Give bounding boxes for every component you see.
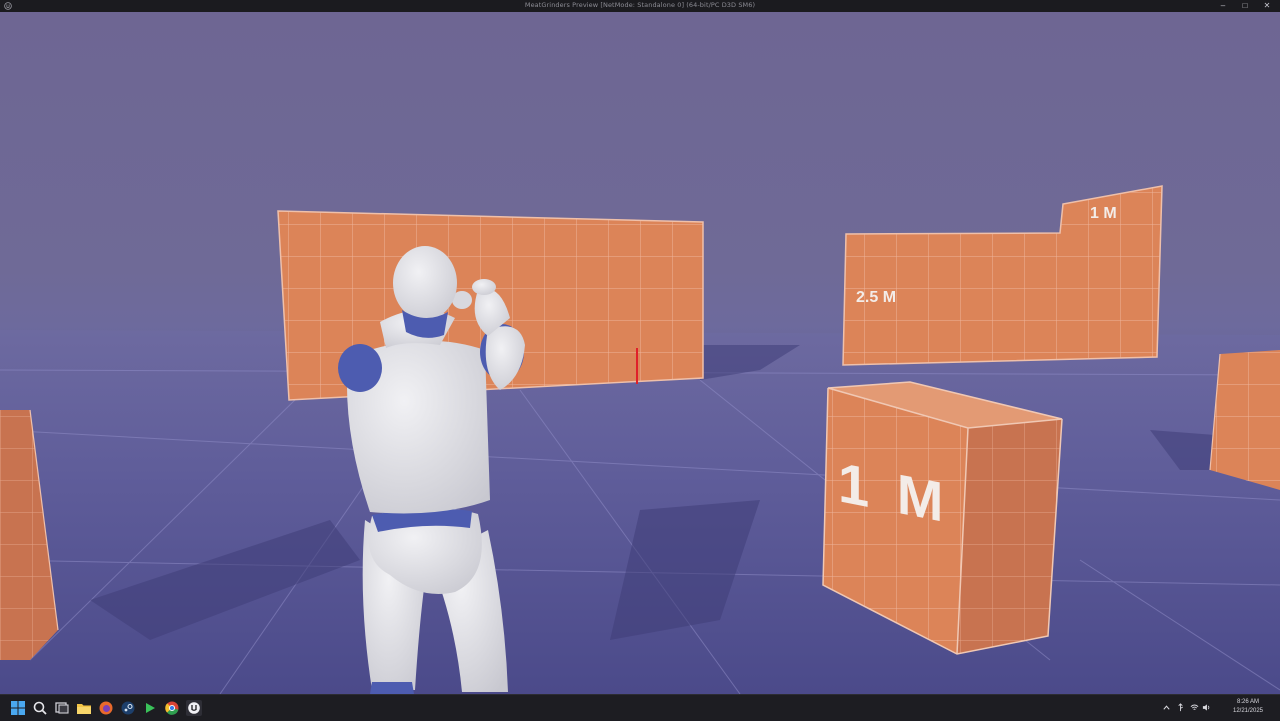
window-title: MeatGrinders Preview [NetMode: Standalon… bbox=[524, 1, 756, 9]
chevron-up-icon[interactable] bbox=[1162, 703, 1171, 712]
close-button[interactable]: ✕ bbox=[1256, 0, 1278, 12]
clock[interactable]: 8:26 AM 12/21/2025 bbox=[1226, 698, 1270, 716]
system-tray: 8:26 AM 12/21/2025 bbox=[1160, 695, 1280, 721]
usb-icon[interactable] bbox=[1176, 703, 1185, 712]
file-explorer-icon[interactable] bbox=[76, 700, 92, 716]
taskbar: 8:26 AM 12/21/2025 bbox=[0, 694, 1280, 721]
windows-start-icon[interactable] bbox=[10, 700, 26, 716]
steam-icon[interactable] bbox=[120, 700, 136, 716]
play-icon[interactable] bbox=[142, 700, 158, 716]
size-label-1m-back: 1 M bbox=[1090, 205, 1117, 222]
wifi-icon[interactable] bbox=[1190, 703, 1199, 712]
clock-time: 8:26 AM bbox=[1236, 699, 1259, 705]
scene-render bbox=[0, 185, 1280, 694]
size-label-2-5m: 2.5 M bbox=[856, 289, 897, 306]
maximize-button[interactable]: □ bbox=[1234, 0, 1256, 12]
search-icon[interactable] bbox=[32, 700, 48, 716]
chrome-icon[interactable] bbox=[164, 700, 180, 716]
firefox-icon[interactable] bbox=[98, 700, 114, 716]
game-viewport[interactable]: 1 M 2.5 M 1 M bbox=[0, 12, 1280, 694]
task-view-icon[interactable] bbox=[54, 700, 70, 716]
right-edge-block bbox=[1209, 350, 1280, 490]
unreal-engine-icon[interactable] bbox=[186, 700, 202, 716]
clock-date: 12/21/2025 bbox=[1232, 708, 1264, 714]
speaker-icon[interactable] bbox=[1202, 703, 1211, 712]
minimize-button[interactable]: – bbox=[1212, 0, 1234, 12]
window-title-bar: MeatGrinders Preview [NetMode: Standalon… bbox=[0, 0, 1280, 12]
